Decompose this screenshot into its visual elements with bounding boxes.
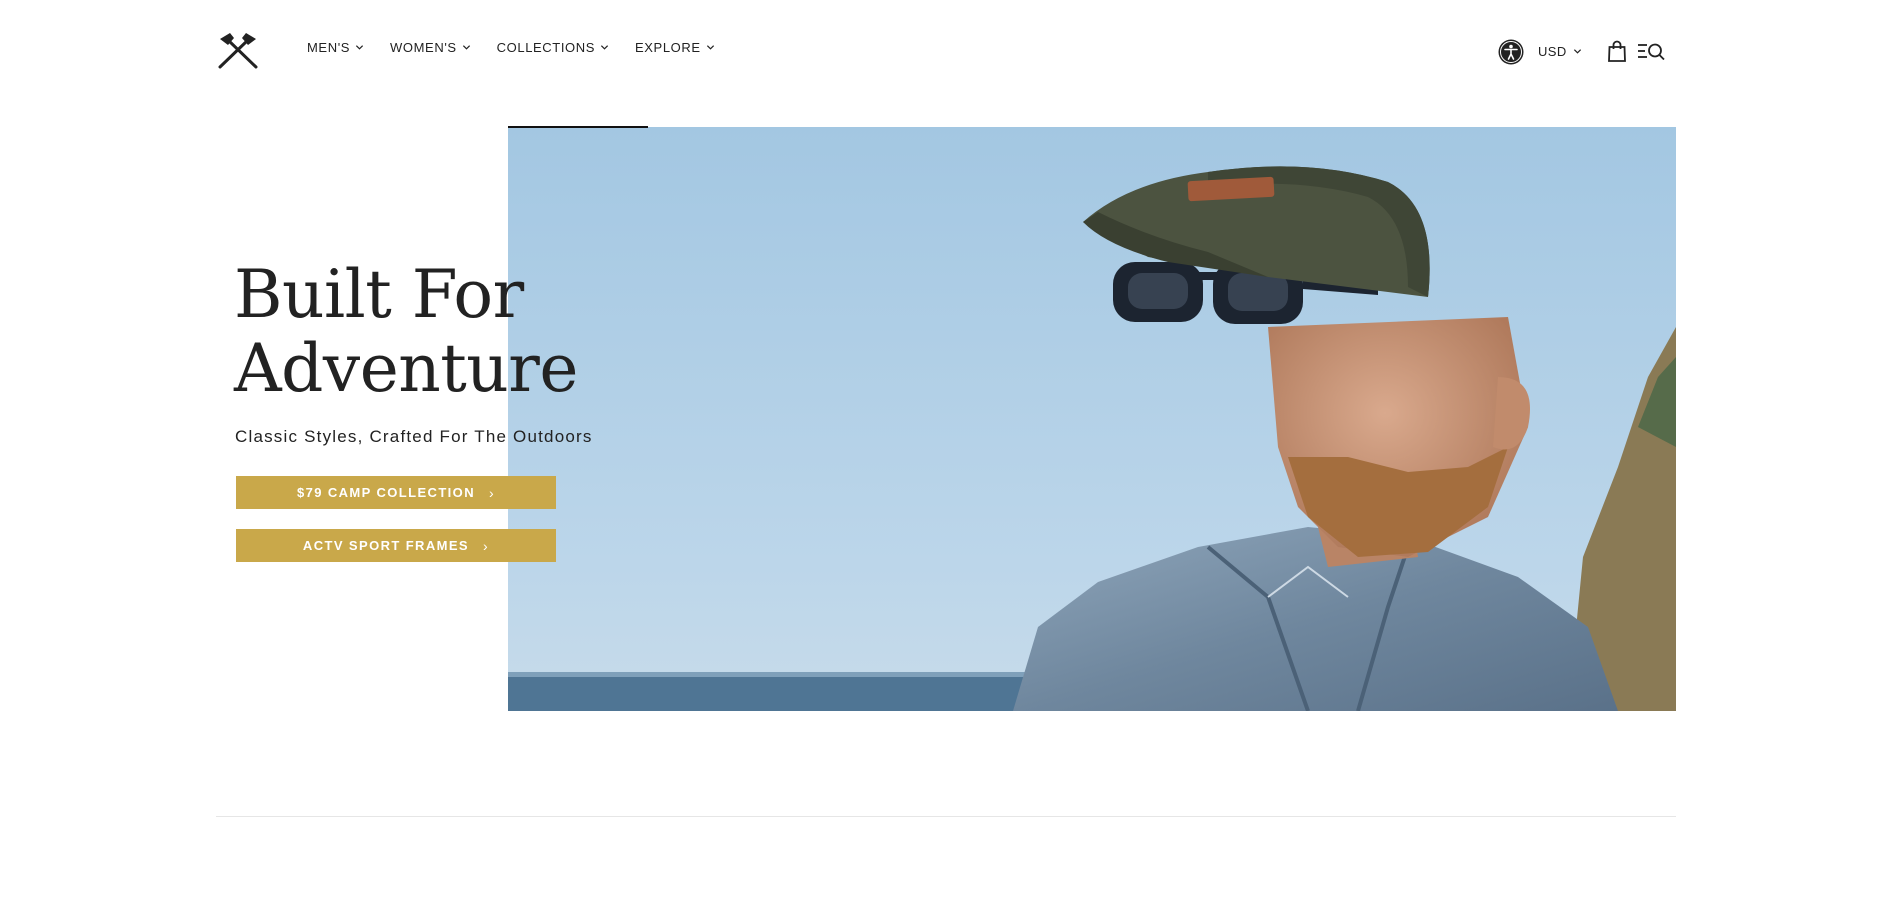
chevron-down-icon	[600, 45, 609, 50]
crossed-axes-icon	[218, 33, 258, 69]
nav-collections[interactable]: COLLECTIONS	[497, 40, 609, 55]
menu-search-button[interactable]	[1638, 42, 1666, 61]
slide-indicator	[508, 126, 648, 128]
man-in-cap-and-sunglasses-photo	[508, 127, 1676, 711]
hero-title: Built For Adventure	[234, 258, 694, 406]
nav-mens[interactable]: MEN'S	[307, 40, 364, 55]
menu-search-icon	[1638, 43, 1665, 61]
nav-collections-label: COLLECTIONS	[496, 40, 596, 55]
hero-title-line1: Built For	[234, 256, 524, 333]
camp-collection-button[interactable]: $79 CAMP COLLECTION ›	[236, 476, 556, 509]
actv-sport-frames-button[interactable]: ACTV SPORT FRAMES ›	[236, 529, 556, 562]
cart-button[interactable]	[1607, 40, 1627, 62]
actv-sport-frames-label: ACTV SPORT FRAMES	[302, 538, 470, 553]
currency-selector[interactable]: USD	[1538, 44, 1582, 59]
nav-womens[interactable]: WOMEN'S	[390, 40, 471, 55]
hero-image[interactable]	[508, 127, 1676, 711]
nav-womens-label: WOMEN'S	[390, 40, 457, 55]
section-divider	[216, 816, 1676, 817]
site-header: MEN'S WOMEN'S COLLECTIONS EXPLORE USD	[0, 0, 1896, 100]
chevron-right-icon: ›	[483, 537, 490, 554]
chevron-right-icon: ›	[489, 484, 496, 501]
accessibility-icon	[1498, 39, 1524, 65]
nav-explore-label: EXPLORE	[635, 40, 701, 55]
brand-logo[interactable]	[216, 33, 260, 69]
camp-collection-label: $79 CAMP COLLECTION	[296, 485, 475, 500]
accessibility-button[interactable]	[1498, 39, 1524, 65]
chevron-down-icon	[1573, 49, 1581, 54]
nav-mens-label: MEN'S	[307, 40, 351, 55]
chevron-down-icon	[706, 45, 714, 50]
currency-label: USD	[1538, 44, 1567, 59]
nav-explore[interactable]: EXPLORE	[635, 40, 715, 55]
main-nav: MEN'S WOMEN'S COLLECTIONS EXPLORE	[307, 40, 741, 55]
chevron-down-icon	[355, 45, 364, 50]
hero-title-line2: Adventure	[234, 330, 578, 407]
shopping-bag-icon	[1608, 40, 1626, 62]
chevron-down-icon	[462, 45, 470, 50]
hero-subtitle: Classic Styles, Crafted For The Outdoors	[235, 427, 593, 446]
